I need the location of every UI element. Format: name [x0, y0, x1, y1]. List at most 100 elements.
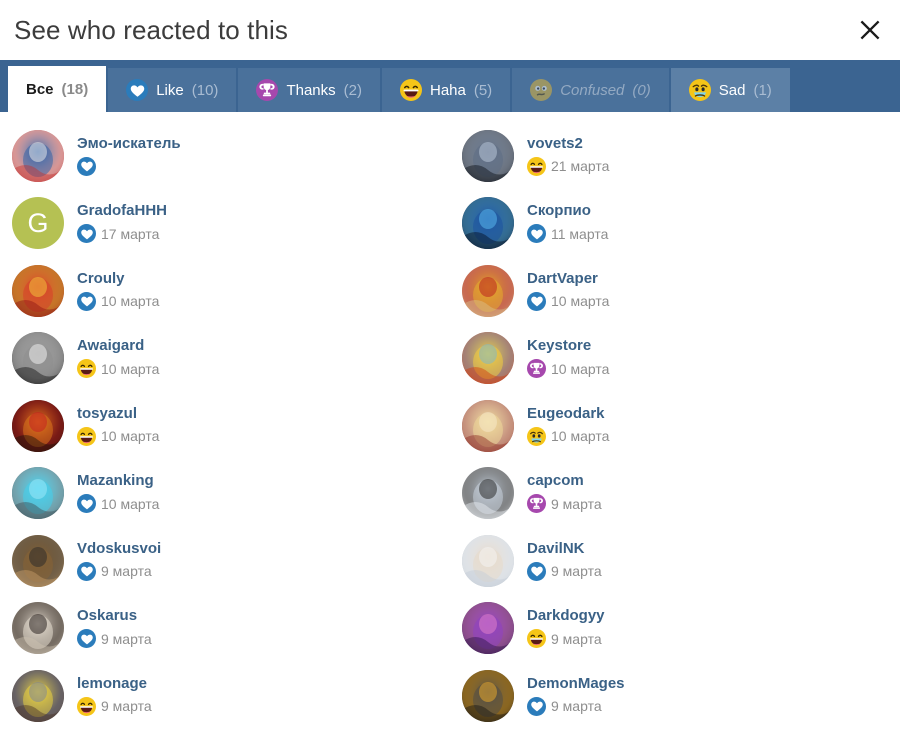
user-reaction-line: 9 марта: [77, 628, 152, 649]
tab-label: Sad: [718, 81, 746, 99]
close-icon: [859, 19, 881, 41]
reaction-like-icon: [77, 561, 96, 581]
user-name[interactable]: Oskarus: [77, 607, 152, 625]
reaction-like-icon: [77, 494, 96, 514]
avatar: [462, 602, 514, 655]
user-reaction-line: 10 марта: [77, 358, 159, 379]
tab-label: Haha: [429, 81, 466, 99]
user-date: 9 марта: [551, 630, 602, 647]
tab-label: Все: [26, 80, 54, 98]
user-row[interactable]: Crouly 10 марта: [0, 257, 450, 325]
user-row[interactable]: DartVaper 10 марта: [450, 257, 900, 325]
user-name[interactable]: DemonMages: [527, 675, 625, 693]
user-name[interactable]: lemonage: [77, 675, 152, 693]
user-row[interactable]: Эмо-искатель: [0, 122, 450, 190]
reaction-like-icon: [527, 561, 546, 581]
reaction-confused-icon: [530, 79, 553, 101]
user-row[interactable]: DemonMages 9 марта: [450, 662, 900, 730]
user-meta: vovets2 21 марта: [527, 135, 609, 177]
tab-sad[interactable]: Sad (1): [670, 68, 790, 112]
reaction-like-icon: [527, 291, 546, 311]
user-meta: Эмо-искатель: [77, 135, 181, 177]
tab-thanks[interactable]: Thanks (2): [238, 68, 380, 112]
avatar: [12, 399, 64, 452]
user-row[interactable]: DavilNK 9 марта: [450, 527, 900, 595]
user-meta: Vdoskusvoi 9 марта: [77, 540, 161, 582]
user-meta: DartVaper 10 марта: [527, 270, 609, 312]
user-row[interactable]: tosyazul 10 марта: [0, 392, 450, 460]
avatar: [462, 264, 514, 317]
user-name[interactable]: Keystore: [527, 337, 609, 355]
user-reaction-line: 10 марта: [527, 358, 609, 379]
user-name[interactable]: Darkdogyy: [527, 607, 605, 625]
user-date: 9 марта: [101, 563, 152, 580]
avatar: [12, 534, 64, 587]
user-name[interactable]: DavilNK: [527, 540, 602, 558]
user-meta: Eugeodark 10 марта: [527, 405, 609, 447]
user-meta: lemonage 9 марта: [77, 675, 152, 717]
user-reaction-line: 11 марта: [527, 223, 608, 244]
user-name[interactable]: GradofaHHH: [77, 202, 167, 220]
tab-all[interactable]: Все (18): [8, 66, 107, 112]
user-name[interactable]: Эмо-искатель: [77, 135, 181, 153]
user-reaction-line: 17 марта: [77, 223, 167, 244]
user-reaction-line: 10 марта: [77, 426, 159, 447]
user-meta: tosyazul 10 марта: [77, 405, 159, 447]
reaction-like-icon: [77, 629, 96, 649]
user-row[interactable]: Mazanking 10 марта: [0, 460, 450, 528]
user-row[interactable]: G GradofaHHH 17 марта: [0, 190, 450, 258]
user-row[interactable]: Oskarus 9 марта: [0, 595, 450, 663]
user-row[interactable]: Vdoskusvoi 9 марта: [0, 527, 450, 595]
user-name[interactable]: capcom: [527, 472, 602, 490]
user-date: 21 марта: [551, 158, 610, 175]
user-row[interactable]: Darkdogyy 9 марта: [450, 595, 900, 663]
close-button[interactable]: [848, 8, 892, 52]
tab-haha[interactable]: Haha (5): [381, 68, 511, 112]
reaction-like-icon: [77, 156, 96, 176]
reaction-thanks-icon: [256, 79, 279, 101]
user-date: 10 марта: [101, 428, 160, 445]
user-reaction-line: 10 марта: [527, 426, 609, 447]
user-reaction-line: 10 марта: [527, 291, 609, 312]
user-reaction-line: 9 марта: [527, 561, 602, 582]
tab-count: (18): [61, 80, 89, 98]
user-name[interactable]: DartVaper: [527, 270, 609, 288]
reaction-sad-icon: [688, 79, 711, 101]
tab-count: (10): [191, 81, 219, 99]
user-date: 9 марта: [101, 630, 152, 647]
user-row[interactable]: capcom 9 марта: [450, 460, 900, 528]
user-row[interactable]: Eugeodark 10 марта: [450, 392, 900, 460]
user-reaction-line: 9 марта: [77, 696, 152, 717]
user-name[interactable]: vovets2: [527, 135, 609, 153]
tab-label: Like: [156, 81, 184, 99]
user-name[interactable]: tosyazul: [77, 405, 159, 423]
user-grid: Эмо-искатель G GradofaHHH 17 марта Crouly 10 …: [0, 122, 900, 730]
user-row[interactable]: vovets2 21 марта: [450, 122, 900, 190]
user-name[interactable]: Crouly: [77, 270, 159, 288]
user-name[interactable]: Awaigard: [77, 337, 159, 355]
user-name[interactable]: Eugeodark: [527, 405, 609, 423]
user-reaction-line: 10 марта: [77, 291, 159, 312]
avatar: [462, 129, 514, 182]
user-name[interactable]: Mazanking: [77, 472, 159, 490]
reaction-haha-icon: [77, 359, 96, 379]
tab-label: Confused: [560, 81, 625, 99]
reaction-haha-icon: [77, 696, 96, 716]
user-name[interactable]: Vdoskusvoi: [77, 540, 161, 558]
user-row[interactable]: Awaigard 10 марта: [0, 325, 450, 393]
reaction-like-icon: [77, 291, 96, 311]
avatar-initial: G: [27, 207, 49, 238]
user-date: 9 марта: [551, 495, 602, 512]
user-row[interactable]: Keystore 10 марта: [450, 325, 900, 393]
user-row[interactable]: Скорпио 11 марта: [450, 190, 900, 258]
user-reaction-line: 10 марта: [77, 493, 159, 514]
user-name[interactable]: Скорпио: [527, 202, 608, 220]
user-row[interactable]: lemonage 9 марта: [0, 662, 450, 730]
avatar: [12, 602, 64, 655]
avatar: [462, 467, 514, 520]
avatar: [462, 332, 514, 385]
tab-like[interactable]: Like (10): [108, 68, 237, 112]
user-meta: DemonMages 9 марта: [527, 675, 625, 717]
avatar: [12, 332, 64, 385]
page-title: See who reacted to this: [14, 15, 289, 45]
